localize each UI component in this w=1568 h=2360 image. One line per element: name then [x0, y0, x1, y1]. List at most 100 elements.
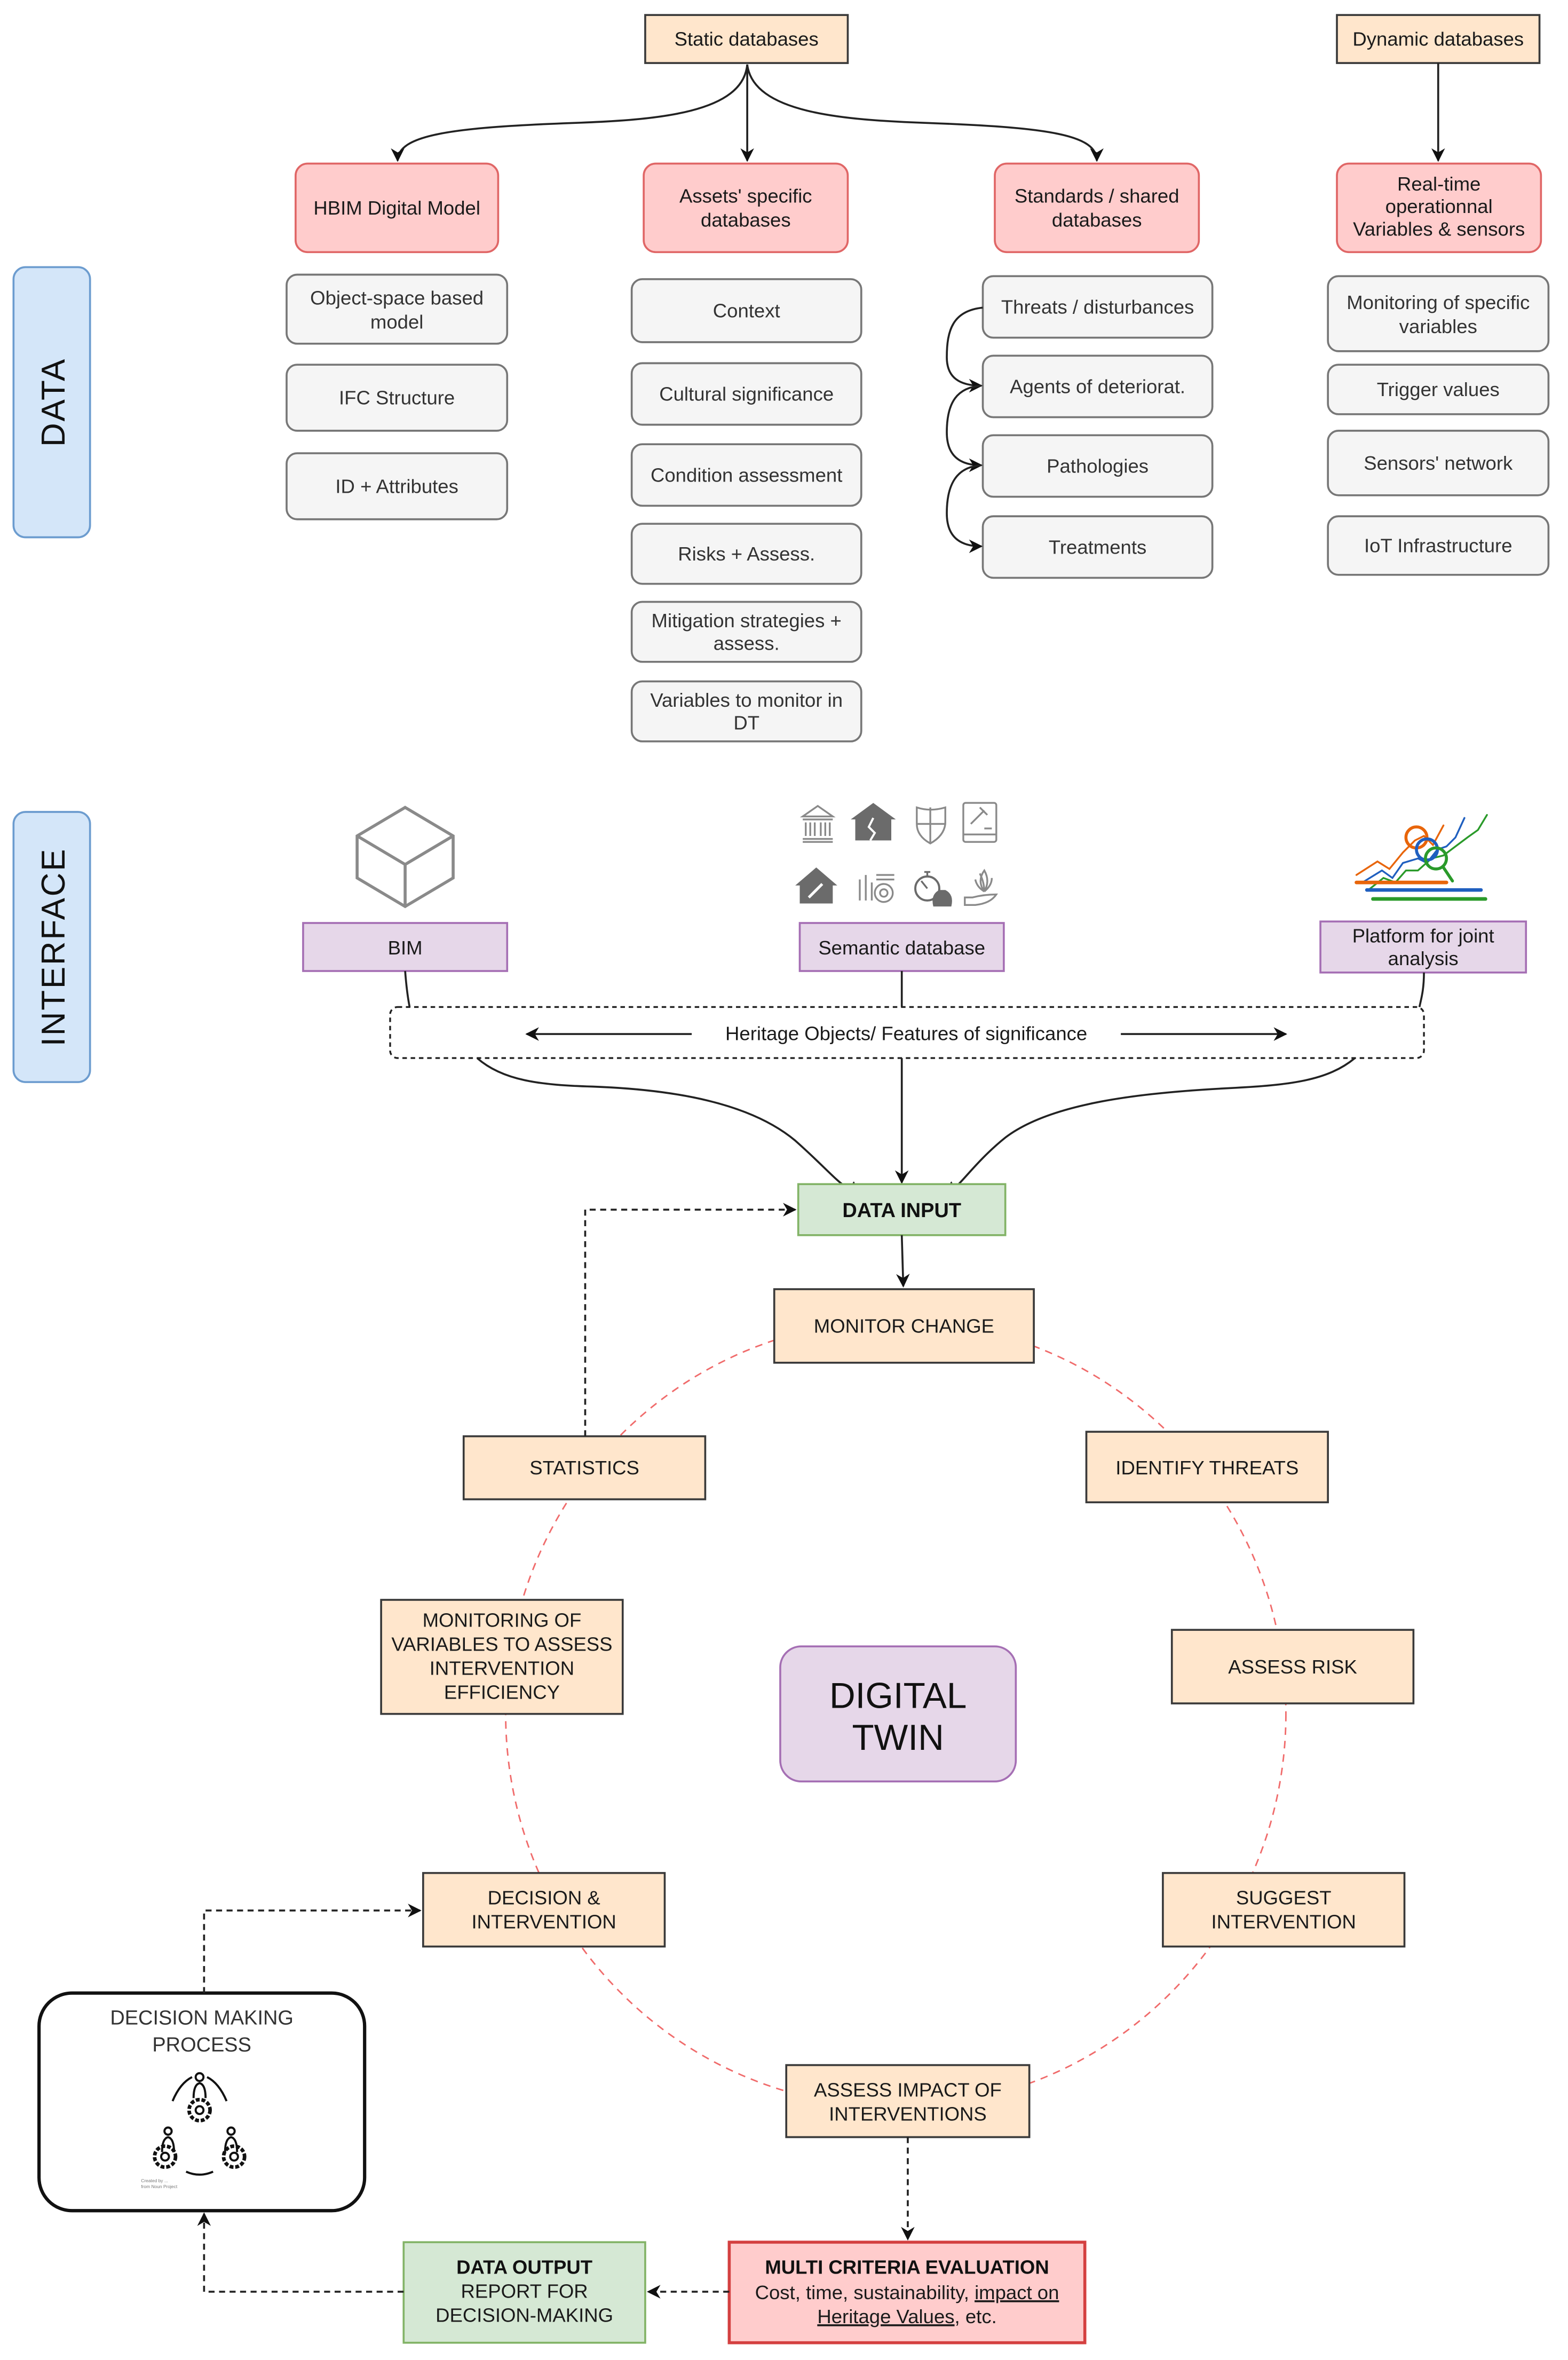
data-item-text: IoT Infrastructure — [1364, 535, 1512, 557]
platform-label: analysis — [1388, 948, 1459, 969]
mce-criteria-line-1: Cost, time, sustainability, impact on — [755, 2282, 1059, 2303]
mce-text: , etc. — [955, 2306, 997, 2327]
step-label: EFFICIENCY — [444, 1682, 560, 1703]
step-assess-impact[interactable]: ASSESS IMPACT OF INTERVENTIONS — [785, 2064, 1031, 2138]
data-item-sensors-network[interactable]: Sensors' network — [1327, 430, 1550, 496]
standards-header-text: Standards / shared — [1015, 185, 1179, 207]
data-item-object-space-model[interactable]: Object-space based model — [286, 273, 509, 345]
connector-output-to-decision-process — [197, 2212, 404, 2293]
realtime-header-text: Variables & sensors — [1353, 218, 1525, 240]
hand-plant-icon — [964, 869, 998, 906]
hbim-digital-model-node[interactable]: HBIM Digital Model — [295, 162, 500, 254]
standards-shared-databases-node[interactable]: Standards / shared databases — [994, 162, 1200, 254]
data-item-monitoring-specific-variables[interactable]: Monitoring of specific variables — [1327, 275, 1550, 352]
realtime-variables-sensors-node[interactable]: Real-time operationnal Variables & senso… — [1336, 162, 1542, 254]
data-input-label: DATA INPUT — [842, 1199, 961, 1222]
realtime-header-text: Real-time — [1397, 173, 1480, 195]
data-item-text: Cultural significance — [659, 383, 834, 405]
data-item-text: Sensors' network — [1364, 452, 1513, 474]
hbim-digital-model-label: HBIM Digital Model — [313, 197, 480, 219]
data-item-text: IFC Structure — [339, 387, 455, 409]
decision-making-process-node[interactable]: DECISION MAKING PROCESS Created by ... f… — [37, 1991, 367, 2213]
data-item-text: assess. — [714, 632, 780, 654]
data-item-threats-disturbances[interactable]: Threats / disturbances — [981, 275, 1214, 339]
section-label-data: DATA — [12, 266, 91, 539]
step-suggest-intervention[interactable]: SUGGEST INTERVENTION — [1162, 1872, 1406, 1948]
data-item-id-attributes[interactable]: ID + Attributes — [286, 452, 509, 520]
step-label: INTERVENTIONS — [829, 2103, 987, 2125]
cube-icon — [355, 806, 455, 909]
multi-criteria-evaluation-node[interactable]: MULTI CRITERIA EVALUATION Cost, time, su… — [727, 2240, 1087, 2345]
data-item-trigger-values[interactable]: Trigger values — [1327, 364, 1550, 415]
digital-twin-label: TWIN — [852, 1718, 944, 1758]
step-decision-intervention[interactable]: DECISION & INTERVENTION — [422, 1872, 666, 1948]
step-label: MONITOR CHANGE — [814, 1315, 994, 1337]
data-item-text: Monitoring of specific — [1347, 291, 1530, 313]
connector-platform-to-band — [1418, 972, 1425, 1007]
section-label-interface: INTERFACE — [12, 811, 91, 1083]
step-monitor-change[interactable]: MONITOR CHANGE — [773, 1288, 1035, 1364]
cracked-house-icon — [851, 803, 896, 841]
decision-process-label: PROCESS — [152, 2034, 251, 2056]
standards-header-text: databases — [1052, 209, 1142, 231]
data-output-node[interactable]: DATA OUTPUT REPORT FOR DECISION-MAKING — [402, 2241, 646, 2344]
assets-header-text: databases — [701, 209, 791, 231]
heritage-objects-band[interactable]: Heritage Objects/ Features of significan… — [389, 1006, 1425, 1059]
data-item-iot-infrastructure[interactable]: IoT Infrastructure — [1327, 515, 1550, 576]
data-item-condition-assessment[interactable]: Condition assessment — [630, 443, 862, 507]
mce-title: MULTI CRITERIA EVALUATION — [765, 2256, 1049, 2278]
step-statistics[interactable]: STATISTICS — [462, 1435, 707, 1501]
connector-band-right-to-input — [944, 1057, 1356, 1195]
dynamic-databases-node[interactable]: Dynamic databases — [1336, 14, 1541, 64]
static-databases-node[interactable]: Static databases — [644, 14, 849, 64]
mce-text: Cost, time, sustainability, — [755, 2282, 975, 2303]
data-output-title: DATA OUTPUT — [456, 2256, 592, 2278]
data-item-text: model — [370, 311, 424, 333]
step-label: MONITORING OF — [423, 1609, 582, 1631]
data-item-context[interactable]: Context — [630, 278, 862, 343]
data-item-text: Agents of deteriorat. — [1010, 376, 1185, 398]
digital-twin-framework-diagram: DATA INTERFACE Static databases Dynamic … — [12, 14, 1550, 2345]
data-item-text: Trigger values — [1377, 378, 1500, 400]
data-item-variables-to-monitor[interactable]: Variables to monitor in DT — [630, 680, 862, 743]
semantic-database-node[interactable]: Semantic database — [798, 922, 1005, 972]
step-label: ASSESS RISK — [1228, 1656, 1357, 1678]
data-item-text: Context — [713, 300, 780, 322]
step-label: DECISION & — [488, 1887, 600, 1909]
data-item-cultural-significance[interactable]: Cultural significance — [630, 362, 862, 426]
classical-building-icon — [799, 804, 836, 843]
step-assess-risk[interactable]: ASSESS RISK — [1170, 1629, 1415, 1704]
data-item-text: Treatments — [1049, 536, 1146, 558]
section-label-data-text: DATA — [35, 358, 72, 447]
step-label: INTERVENTION — [1211, 1911, 1356, 1933]
data-item-risks-assess[interactable]: Risks + Assess. — [630, 523, 862, 585]
data-item-text: Mitigation strategies + — [652, 610, 842, 632]
step-identify-threats[interactable]: IDENTIFY THREATS — [1085, 1431, 1329, 1504]
platform-joint-analysis-node[interactable]: Platform for joint analysis — [1319, 920, 1527, 974]
data-item-ifc-structure[interactable]: IFC Structure — [286, 364, 509, 432]
step-monitoring-variables[interactable]: MONITORING OF VARIABLES TO ASSESS INTERV… — [380, 1599, 624, 1715]
digital-twin-label: DIGITAL — [829, 1676, 967, 1716]
bim-node[interactable]: BIM — [302, 922, 509, 972]
data-output-line: REPORT FOR — [461, 2280, 588, 2302]
data-item-text: ID + Attributes — [335, 476, 458, 498]
step-label: INTERVENTION — [430, 1657, 574, 1679]
section-label-interface-text: INTERFACE — [35, 848, 72, 1046]
data-input-node[interactable]: DATA INPUT — [797, 1183, 1007, 1236]
law-book-icon — [962, 802, 997, 843]
realtime-header-text: operationnal — [1385, 195, 1493, 217]
data-item-pathologies[interactable]: Pathologies — [981, 434, 1214, 498]
data-item-text: Pathologies — [1047, 455, 1149, 477]
data-item-text: Object-space based — [310, 287, 484, 309]
data-item-text: Risks + Assess. — [678, 543, 815, 565]
heritage-band-label: Heritage Objects/ Features of significan… — [725, 1022, 1087, 1044]
data-item-mitigation-strategies[interactable]: Mitigation strategies + assess. — [630, 601, 862, 663]
data-item-treatments[interactable]: Treatments — [981, 515, 1214, 579]
step-label: STATISTICS — [529, 1457, 639, 1479]
connector-pathologies-to-treatments — [946, 464, 983, 554]
assets-specific-databases-node[interactable]: Assets' specific databases — [643, 162, 849, 254]
connector-agents-to-pathologies — [946, 384, 983, 472]
icon-credit: from Noun Project — [141, 2184, 178, 2189]
data-item-agents-deterioration[interactable]: Agents of deteriorat. — [981, 354, 1214, 419]
data-item-text: Variables to monitor in — [650, 689, 843, 711]
